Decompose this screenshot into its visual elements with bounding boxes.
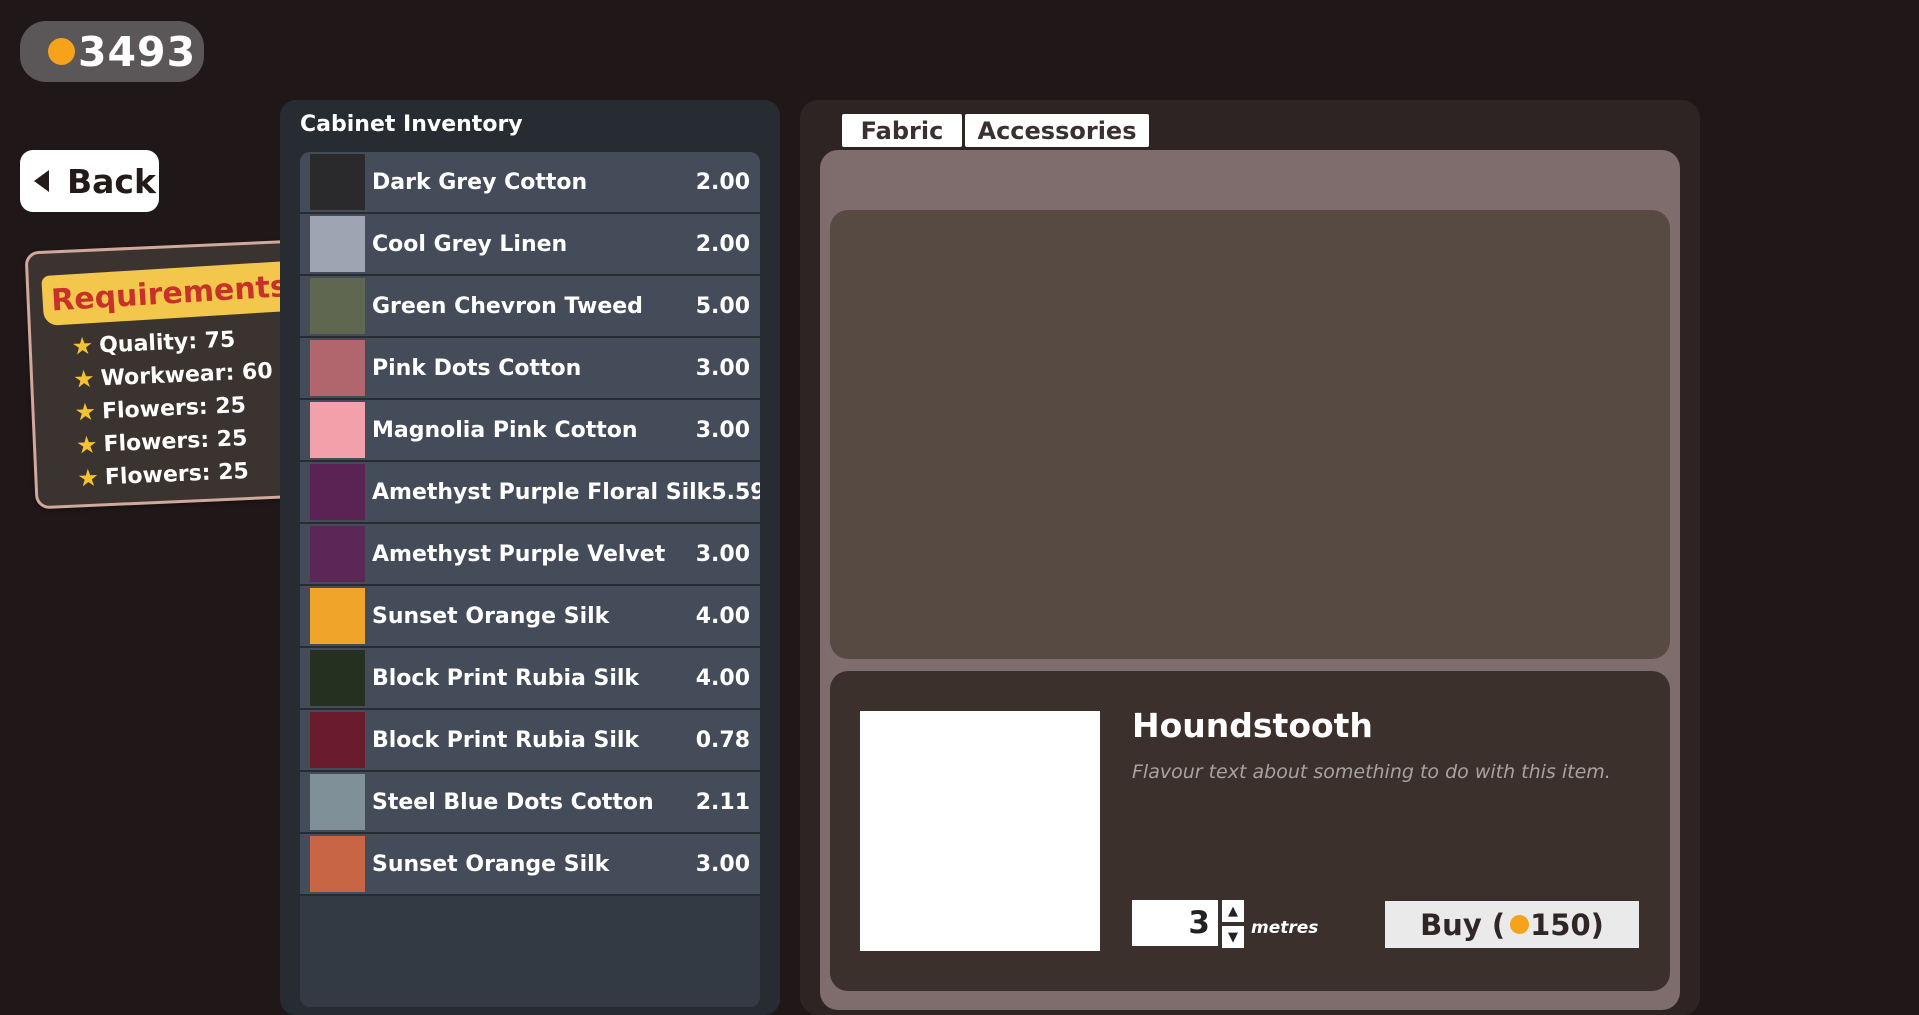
- fabric-swatch: [310, 526, 365, 582]
- fabric-swatch: [310, 588, 365, 644]
- tab-fabric[interactable]: Fabric: [842, 114, 962, 147]
- star-icon: ★: [73, 397, 97, 427]
- inventory-item[interactable]: Magnolia Pink Cotton 3.00: [300, 400, 760, 462]
- buy-button-suffix: ): [1590, 907, 1604, 942]
- inventory-item-quantity: 0.78: [695, 727, 750, 753]
- inventory-item[interactable]: Amethyst Purple Floral Silk 5.59: [300, 462, 760, 524]
- inventory-item[interactable]: Sunset Orange Silk 4.00: [300, 586, 760, 648]
- item-title: Houndstooth: [1132, 706, 1373, 745]
- inventory-item-quantity: 2.11: [695, 789, 750, 815]
- buy-price: 150: [1530, 907, 1591, 942]
- inventory-item-name: Amethyst Purple Floral Silk: [372, 479, 712, 505]
- chevron-left-icon: [34, 170, 49, 192]
- inventory-item-name: Cool Grey Linen: [372, 231, 568, 257]
- inventory-item-quantity: 4.00: [695, 603, 750, 629]
- requirements-title: Requirements: [41, 260, 298, 327]
- inventory-item-quantity: 3.00: [695, 355, 750, 381]
- inventory-item-name: Sunset Orange Silk: [372, 851, 610, 877]
- inventory-item-name: Block Print Rubia Silk: [372, 727, 640, 753]
- fabric-swatch: [310, 774, 365, 830]
- decrement-arrow-icon[interactable]: ▼: [1222, 926, 1244, 948]
- inventory-item[interactable]: Green Chevron Tweed 5.00: [300, 276, 760, 338]
- quantity-stepper[interactable]: ▲ ▼: [1222, 900, 1244, 948]
- inventory-item-name: Dark Grey Cotton: [372, 169, 588, 195]
- star-icon: ★: [71, 331, 94, 361]
- item-detail: Houndstooth Flavour text about something…: [830, 671, 1670, 991]
- inventory-item[interactable]: Dark Grey Cotton 2.00: [300, 152, 760, 214]
- star-icon: ★: [76, 463, 100, 493]
- inventory-list[interactable]: Dark Grey Cotton 2.00 Cool Grey Linen 2.00 G…: [300, 152, 760, 1007]
- inventory-item[interactable]: Amethyst Purple Velvet 3.00: [300, 524, 760, 586]
- back-button-label: Back: [67, 161, 156, 201]
- back-button[interactable]: Back: [20, 150, 159, 212]
- fabric-swatch: [310, 216, 365, 272]
- fabric-swatch: [310, 650, 365, 706]
- inventory-item-name: Amethyst Purple Velvet: [372, 541, 666, 567]
- requirements-list: ★ Quality: 75 ★ Workwear: 60 ★ Flowers: 25 …: [71, 322, 278, 496]
- inventory-item[interactable]: Sunset Orange Silk 3.00: [300, 834, 760, 896]
- inventory-item[interactable]: Cool Grey Linen 2.00: [300, 214, 760, 276]
- inventory-item[interactable]: Block Print Rubia Silk 0.78: [300, 710, 760, 772]
- tab-accessories[interactable]: Accessories: [965, 114, 1149, 147]
- quantity-input[interactable]: [1132, 900, 1218, 946]
- inventory-item-name: Magnolia Pink Cotton: [372, 417, 638, 443]
- star-icon: ★: [75, 430, 99, 460]
- currency-display: 3493: [20, 21, 204, 82]
- inventory-item-quantity: 2.00: [695, 169, 750, 195]
- currency-amount: 3493: [78, 27, 197, 76]
- shop-tabs: Fabric Accessories: [842, 114, 1152, 147]
- shop-panel: Fabric Accessories Houndstooth Flavour t…: [800, 100, 1700, 1015]
- inventory-title: Cabinet Inventory: [300, 112, 523, 137]
- item-flavour-text: Flavour text about something to do with …: [1132, 761, 1611, 783]
- inventory-item-name: Pink Dots Cotton: [372, 355, 582, 381]
- inventory-item[interactable]: Steel Blue Dots Cotton 2.11: [300, 772, 760, 834]
- item-preview-image: [860, 711, 1100, 951]
- quantity-unit: metres: [1251, 918, 1319, 938]
- inventory-item-quantity: 2.00: [695, 231, 750, 257]
- increment-arrow-icon[interactable]: ▲: [1222, 900, 1244, 922]
- buy-button[interactable]: Buy ( 150 ): [1385, 901, 1639, 948]
- fabric-swatch: [310, 464, 365, 520]
- inventory-item-quantity: 5.59: [711, 479, 760, 505]
- item-grid-area: [830, 210, 1670, 659]
- shop-content: Houndstooth Flavour text about something…: [820, 150, 1680, 1010]
- inventory-item-quantity: 3.00: [695, 541, 750, 567]
- fabric-swatch: [310, 278, 365, 334]
- inventory-item-quantity: 3.00: [695, 851, 750, 877]
- fabric-swatch: [310, 712, 365, 768]
- buy-button-label: Buy (: [1420, 907, 1506, 942]
- inventory-item-name: Block Print Rubia Silk: [372, 665, 640, 691]
- fabric-swatch: [310, 402, 365, 458]
- fabric-swatch: [310, 340, 365, 396]
- fabric-swatch: [310, 836, 365, 892]
- inventory-item-name: Green Chevron Tweed: [372, 293, 643, 319]
- inventory-item-quantity: 4.00: [695, 665, 750, 691]
- inventory-panel: Cabinet Inventory Dark Grey Cotton 2.00 Co…: [280, 100, 780, 1015]
- inventory-item-quantity: 3.00: [695, 417, 750, 443]
- inventory-item-name: Sunset Orange Silk: [372, 603, 610, 629]
- inventory-item-quantity: 5.00: [695, 293, 750, 319]
- inventory-item[interactable]: Block Print Rubia Silk 4.00: [300, 648, 760, 710]
- fabric-swatch: [310, 154, 365, 210]
- coin-icon: [1510, 915, 1530, 934]
- inventory-item-name: Steel Blue Dots Cotton: [372, 789, 654, 815]
- coin-icon: [48, 38, 75, 65]
- inventory-item[interactable]: Pink Dots Cotton 3.00: [300, 338, 760, 400]
- star-icon: ★: [72, 364, 96, 394]
